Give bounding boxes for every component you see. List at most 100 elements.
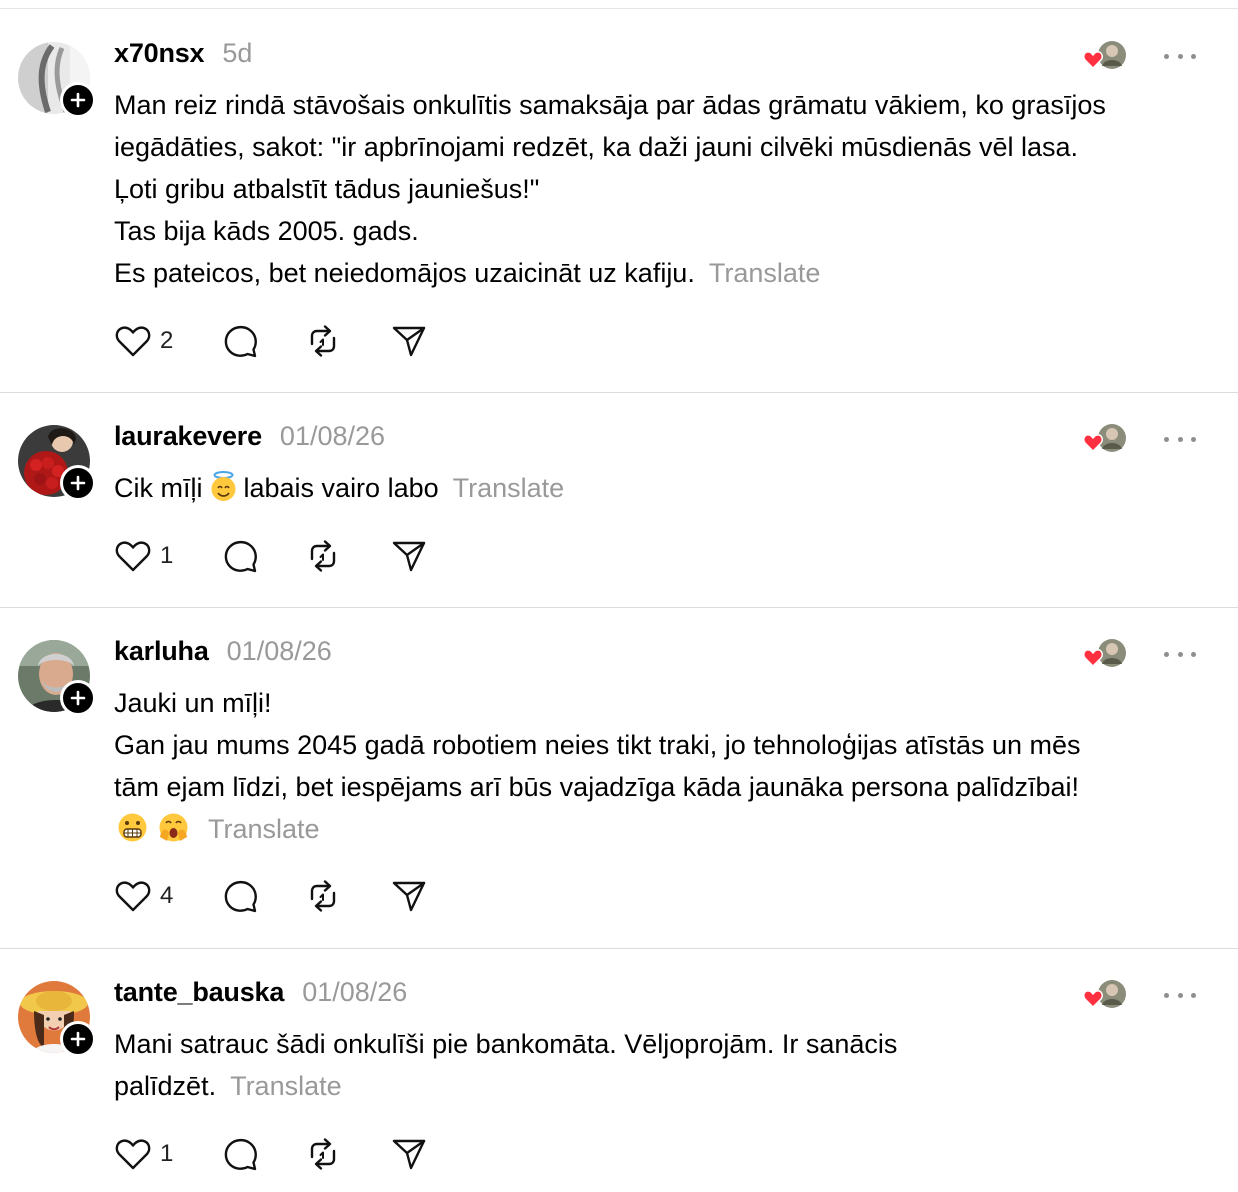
repost-icon <box>310 325 336 357</box>
liked-by-author-indicator[interactable] <box>1082 638 1132 672</box>
like-count: 2 <box>160 327 174 354</box>
post-text-line: tām ejam līdzi, bet iespējams arī būs va… <box>114 772 1080 802</box>
liked-by-author-indicator[interactable] <box>1082 979 1132 1013</box>
post-header: tante_bauska 01/08/26 <box>114 977 407 1008</box>
follow-button[interactable] <box>60 1021 96 1057</box>
repost-button[interactable] <box>304 876 342 916</box>
heart-icon <box>1083 51 1103 70</box>
translate-link[interactable]: Translate <box>230 1071 342 1101</box>
send-icon <box>392 881 426 912</box>
more-options-icon[interactable] <box>1164 434 1196 444</box>
share-button[interactable] <box>390 876 428 916</box>
post-text: Cik mīļi labais vairo labo Translate <box>114 467 1214 509</box>
repost-button[interactable] <box>304 536 342 576</box>
comment-bubble-icon <box>224 540 257 573</box>
post-tante-bauska: tante_bauska 01/08/26 Mani satrauc šādi … <box>0 949 1238 1192</box>
repost-icon <box>310 1138 336 1170</box>
more-options-icon[interactable] <box>1164 51 1196 61</box>
heart-icon <box>115 1139 151 1170</box>
like-button[interactable]: 4 <box>114 876 200 916</box>
comment-bubble-icon <box>224 1138 257 1171</box>
post-text-line: Gan jau mums 2045 gadā robotiem neies ti… <box>114 730 1081 760</box>
reply-button[interactable] <box>222 876 260 916</box>
username[interactable]: laurakevere <box>114 421 262 452</box>
avatar-laurakevere[interactable] <box>18 425 96 501</box>
send-icon <box>392 326 426 357</box>
post-header: laurakevere 01/08/26 <box>114 421 385 452</box>
liked-by-author-indicator[interactable] <box>1082 423 1132 457</box>
post-text-part: labais vairo labo <box>243 473 439 503</box>
post-text-line: Cik mīļi labais vairo labo Translate <box>114 467 1214 509</box>
share-button[interactable] <box>390 1134 428 1174</box>
username[interactable]: karluha <box>114 636 209 667</box>
like-button[interactable]: 2 <box>114 321 200 361</box>
heart-icon <box>1083 649 1103 668</box>
post-text-line: Man reiz rindā stāvošais onkulītis samak… <box>114 90 1106 120</box>
heart-icon <box>115 541 151 572</box>
plus-icon <box>70 690 86 706</box>
translate-link[interactable]: Translate <box>709 258 821 288</box>
repost-button[interactable] <box>304 1134 342 1174</box>
repost-button[interactable] <box>304 321 342 361</box>
heart-icon <box>1083 434 1103 453</box>
like-button[interactable]: 1 <box>114 536 200 576</box>
share-button[interactable] <box>390 536 428 576</box>
avatar-tante-bauska[interactable] <box>18 981 96 1057</box>
timestamp[interactable]: 01/08/26 <box>227 636 332 667</box>
post-text-line: Tas bija kāds 2005. gads. <box>114 216 419 246</box>
like-count: 1 <box>160 542 174 569</box>
timestamp[interactable]: 5d <box>222 38 252 69</box>
post-karluha: karluha 01/08/26 Jauki un mīļi! Gan jau … <box>0 608 1238 949</box>
avatar-karluha[interactable] <box>18 640 96 716</box>
plus-icon <box>70 92 86 108</box>
liked-by-author-indicator[interactable] <box>1082 40 1132 74</box>
post-laurakevere: laurakevere 01/08/26 Cik mīļi labais vair… <box>0 393 1238 608</box>
send-icon <box>392 1139 426 1170</box>
username[interactable]: x70nsx <box>114 38 205 69</box>
post-text: Jauki un mīļi! Gan jau mums 2045 gadā ro… <box>114 682 1214 850</box>
post-text-line: Ļoti gribu atbalstīt tādus jauniešus!" <box>114 174 540 204</box>
share-button[interactable] <box>390 321 428 361</box>
avatar-x70nsx[interactable] <box>18 42 96 118</box>
post-text: Mani satrauc šādi onkulīši pie bankomāta… <box>114 1023 1214 1107</box>
reply-button[interactable] <box>222 321 260 361</box>
more-options-icon[interactable] <box>1164 649 1196 659</box>
follow-button[interactable] <box>60 82 96 118</box>
like-count: 4 <box>160 882 174 909</box>
translate-link[interactable]: Translate <box>453 473 565 503</box>
send-icon <box>392 541 426 572</box>
username[interactable]: tante_bauska <box>114 977 284 1008</box>
post-header: karluha 01/08/26 <box>114 636 332 667</box>
repost-icon <box>310 880 336 912</box>
post-text-line: Jauki un mīļi! <box>114 688 272 718</box>
comment-bubble-icon <box>224 880 257 913</box>
grimacing-face-icon <box>116 811 149 844</box>
comment-bubble-icon <box>224 325 257 358</box>
heart-icon <box>115 881 151 912</box>
post-text-line: Mani satrauc šādi onkulīši pie bankomāta… <box>114 1029 898 1059</box>
post-text: Man reiz rindā stāvošais onkulītis samak… <box>114 84 1214 294</box>
action-bar: 2 <box>114 321 428 361</box>
post-text-line: iegādāties, sakot: "ir apbrīnojami redzē… <box>114 132 1079 162</box>
post-text-line: Es pateicos, bet neiedomājos uzaicināt u… <box>114 252 1214 294</box>
post-text-line: Translate <box>114 808 1214 850</box>
like-button[interactable]: 1 <box>114 1134 200 1174</box>
like-count: 1 <box>160 1140 174 1167</box>
follow-button[interactable] <box>60 680 96 716</box>
smiling-face-with-halo-icon <box>207 470 240 503</box>
action-bar: 4 <box>114 876 428 916</box>
post-text-line: palīdzēt. Translate <box>114 1065 1214 1107</box>
timestamp[interactable]: 01/08/26 <box>302 977 407 1008</box>
repost-icon <box>310 540 336 572</box>
timestamp[interactable]: 01/08/26 <box>280 421 385 452</box>
reply-button[interactable] <box>222 1134 260 1174</box>
post-text-line-content: Es pateicos, bet neiedomājos uzaicināt u… <box>114 258 695 288</box>
post-x70nsx: x70nsx 5d Man reiz rindā stāvošais onkul… <box>0 0 1238 393</box>
post-header: x70nsx 5d <box>114 38 252 69</box>
more-options-icon[interactable] <box>1164 990 1196 1000</box>
reply-button[interactable] <box>222 536 260 576</box>
follow-button[interactable] <box>60 465 96 501</box>
post-text-line-content: palīdzēt. <box>114 1071 217 1101</box>
action-bar: 1 <box>114 536 428 576</box>
translate-link[interactable]: Translate <box>208 814 320 844</box>
